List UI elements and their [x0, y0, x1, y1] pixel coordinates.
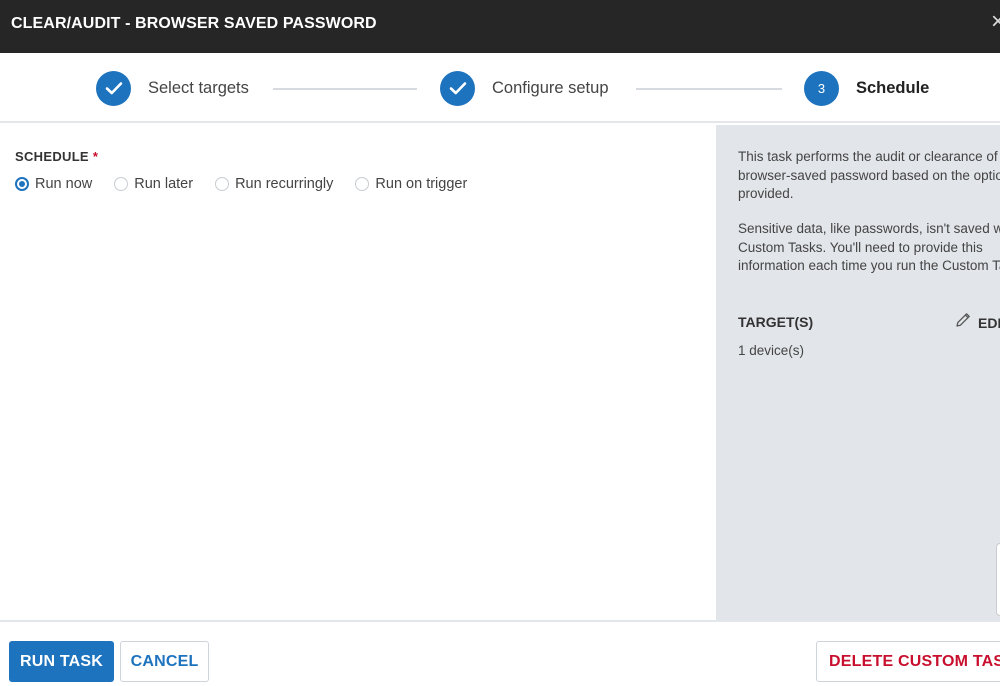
radio-label: Run now — [35, 176, 93, 192]
radio-run-now[interactable]: Run now — [15, 176, 92, 192]
step-number: 3 — [804, 70, 839, 106]
check-icon — [96, 70, 131, 106]
info-side-panel: This task performs the audit or clearanc… — [716, 125, 1000, 620]
radio-label: Run on trigger — [375, 176, 468, 192]
delete-custom-task-button[interactable]: DELETE CUSTOM TASK — [816, 641, 1000, 682]
close-icon[interactable]: × — [991, 10, 1000, 34]
schedule-label-text: SCHEDULE — [15, 149, 89, 164]
run-task-button[interactable]: RUN TASK — [9, 641, 114, 682]
side-drawer-handle[interactable] — [996, 543, 1000, 616]
radio-run-later[interactable]: Run later — [114, 176, 193, 192]
step-schedule[interactable]: 3 Schedule — [804, 70, 929, 106]
radio-button[interactable] — [114, 177, 129, 191]
custom-task-dialog: CLEAR/AUDIT - BROWSER SAVED PASSWORD × S… — [0, 0, 1000, 686]
dialog-titlebar: CLEAR/AUDIT - BROWSER SAVED PASSWORD × — [0, 0, 1000, 53]
schedule-panel: SCHEDULE * Run now Run later Run recurrin… — [0, 125, 716, 620]
task-description: This task performs the audit or clearanc… — [738, 149, 1000, 201]
required-marker: * — [92, 149, 99, 164]
radio-run-on-trigger[interactable]: Run on trigger — [355, 176, 467, 192]
radio-label: Run later — [134, 176, 194, 192]
schedule-label: SCHEDULE * — [15, 149, 98, 164]
edit-targets-button[interactable]: EDIT — [954, 311, 1000, 334]
edit-label: EDIT — [978, 314, 1000, 331]
step-configure-setup[interactable]: Configure setup — [440, 70, 609, 106]
radio-label: Run recurringly — [235, 176, 334, 192]
dialog-title: CLEAR/AUDIT - BROWSER SAVED PASSWORD — [11, 15, 377, 32]
radio-run-recurringly[interactable]: Run recurringly — [215, 176, 333, 192]
radio-button[interactable] — [355, 177, 370, 191]
sensitive-data-note: Sensitive data, like passwords, isn't sa… — [738, 221, 1000, 273]
radio-button[interactable] — [215, 177, 230, 191]
cancel-button[interactable]: CANCEL — [120, 641, 209, 682]
step-connector — [273, 88, 417, 90]
pencil-icon — [954, 311, 972, 334]
check-icon — [440, 70, 475, 106]
step-label: Configure setup — [492, 78, 609, 97]
step-connector — [636, 88, 782, 90]
wizard-stepper: Select targets Configure setup 3 Schedul… — [0, 53, 1000, 123]
radio-button[interactable] — [15, 177, 29, 191]
targets-count: 1 device(s) — [738, 343, 805, 358]
step-label: Schedule — [856, 78, 930, 97]
schedule-radio-group: Run now Run later Run recurringly Run on… — [15, 176, 489, 192]
targets-heading: TARGET(S) — [738, 314, 814, 330]
dialog-footer: RUN TASK CANCEL DELETE CUSTOM TASK — [0, 620, 1000, 686]
step-label: Select targets — [148, 78, 249, 97]
step-select-targets[interactable]: Select targets — [96, 70, 249, 106]
